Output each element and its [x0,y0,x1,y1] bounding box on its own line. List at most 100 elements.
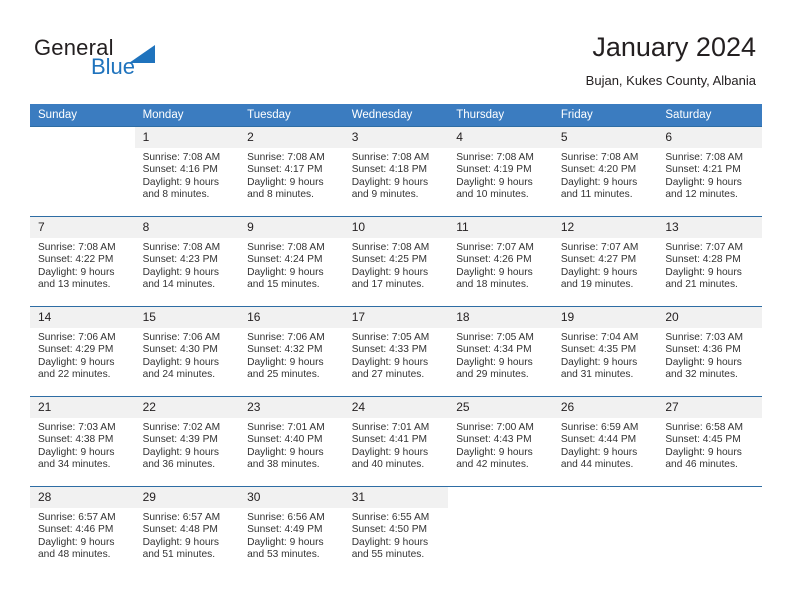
day-details: Sunrise: 7:08 AM Sunset: 4:20 PM Daylight:… [553,148,658,202]
calendar-day-cell[interactable]: 29 Sunrise: 6:57 AM Sunset: 4:48 PM Dayligh… [134,486,240,577]
daylight-text-line1: Daylight: 9 hours [351,176,429,188]
calendar-day-cell[interactable]: 13 Sunrise: 7:07 AM Sunset: 4:28 PM Dayligh… [657,216,762,307]
day-number: 2 [239,127,344,148]
sunrise-text: Sunrise: 7:08 AM [351,242,430,253]
daylight-text-line2: and 51 minutes. [142,549,216,561]
title-block: January 2024 Bujan, Kukes County, Albani… [586,30,756,89]
sunset-text: Sunset: 4:22 PM [38,254,114,266]
calendar-day-cell[interactable]: 15 Sunrise: 7:06 AM Sunset: 4:30 PM Dayligh… [134,306,240,397]
day-number: 10 [343,217,449,238]
daylight-text-line1: Daylight: 9 hours [38,356,115,368]
calendar-day-cell[interactable]: 26 Sunrise: 6:59 AM Sunset: 4:44 PM Dayligh… [552,396,658,487]
day-number [448,487,553,508]
day-number: 21 [30,397,135,418]
sunrise-text: Sunrise: 7:04 AM [560,332,639,343]
page-header: General Blue January 2024 Bujan, Kukes C… [0,0,792,100]
day-details: Sunrise: 6:57 AM Sunset: 4:46 PM Daylight:… [30,508,135,562]
day-details: Sunrise: 7:08 AM Sunset: 4:17 PM Daylight:… [239,148,344,202]
calendar-day-cell[interactable]: 17 Sunrise: 7:05 AM Sunset: 4:33 PM Dayligh… [343,306,449,397]
sunrise-text: Sunrise: 7:05 AM [456,332,534,343]
calendar-day-cell[interactable]: 7 Sunrise: 7:08 AM Sunset: 4:22 PM Daylight… [30,216,135,307]
day-number: 24 [343,397,449,418]
daylight-text-line1: Daylight: 9 hours [142,536,220,548]
day-details: Sunrise: 7:03 AM Sunset: 4:36 PM Daylight:… [657,328,762,382]
calendar-cell-empty [448,486,553,577]
day-number: 7 [30,217,135,238]
sunrise-text: Sunrise: 7:08 AM [142,242,221,253]
sunrise-text: Sunrise: 7:02 AM [142,422,221,433]
day-number: 31 [343,487,449,508]
sunrise-text: Sunrise: 6:56 AM [247,512,325,523]
calendar-day-cell[interactable]: 9 Sunrise: 7:08 AM Sunset: 4:24 PM Daylight… [239,216,344,307]
sunset-text: Sunset: 4:44 PM [560,434,637,446]
calendar-header-row: Sunday Monday Tuesday Wednesday Thursday… [30,104,762,127]
calendar-day-cell[interactable]: 12 Sunrise: 7:07 AM Sunset: 4:27 PM Dayligh… [552,216,658,307]
calendar-day-cell[interactable]: 22 Sunrise: 7:02 AM Sunset: 4:39 PM Dayligh… [134,396,240,487]
sunset-text: Sunset: 4:24 PM [247,254,323,266]
sunset-text: Sunset: 4:45 PM [665,434,741,446]
sunrise-text: Sunrise: 7:08 AM [38,242,116,253]
calendar-day-cell[interactable]: 30 Sunrise: 6:56 AM Sunset: 4:49 PM Dayligh… [239,486,344,577]
sunset-text: Sunset: 4:17 PM [247,164,323,176]
calendar-day-cell[interactable]: 3 Sunrise: 7:08 AM Sunset: 4:18 PM Daylight… [343,126,449,217]
sunrise-text: Sunrise: 7:03 AM [665,332,743,343]
day-details: Sunrise: 7:07 AM Sunset: 4:28 PM Daylight:… [657,238,762,292]
day-number: 17 [343,307,449,328]
daylight-text-line1: Daylight: 9 hours [142,176,220,188]
daylight-text-line1: Daylight: 9 hours [456,446,533,458]
daylight-text-line2: and 25 minutes. [247,369,320,381]
day-details: Sunrise: 7:04 AM Sunset: 4:35 PM Daylight:… [553,328,658,382]
daylight-text-line2: and 48 minutes. [38,549,111,561]
sunrise-text: Sunrise: 6:57 AM [142,512,221,523]
day-number: 30 [239,487,344,508]
calendar-cell-empty [657,486,762,577]
calendar-grid: Sunday Monday Tuesday Wednesday Thursday… [30,104,762,577]
day-details: Sunrise: 7:00 AM Sunset: 4:43 PM Daylight:… [448,418,553,472]
calendar-day-cell[interactable]: 4 Sunrise: 7:08 AM Sunset: 4:19 PM Daylight… [448,126,553,217]
page-title: January 2024 [592,32,756,62]
sunrise-text: Sunrise: 7:08 AM [142,152,221,163]
day-number: 29 [134,487,240,508]
day-number: 3 [343,127,449,148]
calendar-day-cell[interactable]: 21 Sunrise: 7:03 AM Sunset: 4:38 PM Dayligh… [30,396,135,487]
daylight-text-line1: Daylight: 9 hours [247,446,324,458]
calendar-day-cell[interactable]: 5 Sunrise: 7:08 AM Sunset: 4:20 PM Daylight… [552,126,658,217]
calendar-day-cell[interactable]: 11 Sunrise: 7:07 AM Sunset: 4:26 PM Dayligh… [448,216,553,307]
day-number [552,487,658,508]
calendar-day-cell[interactable]: 24 Sunrise: 7:01 AM Sunset: 4:41 PM Dayligh… [343,396,449,487]
calendar-day-cell[interactable]: 8 Sunrise: 7:08 AM Sunset: 4:23 PM Daylight… [134,216,240,307]
sunrise-text: Sunrise: 7:07 AM [560,242,639,253]
calendar-day-cell[interactable]: 25 Sunrise: 7:00 AM Sunset: 4:43 PM Dayligh… [448,396,553,487]
calendar-day-cell[interactable]: 20 Sunrise: 7:03 AM Sunset: 4:36 PM Dayligh… [657,306,762,397]
sunset-text: Sunset: 4:23 PM [142,254,218,266]
daylight-text-line1: Daylight: 9 hours [560,356,638,368]
sunrise-text: Sunrise: 7:05 AM [351,332,430,343]
calendar-day-cell[interactable]: 31 Sunrise: 6:55 AM Sunset: 4:50 PM Dayligh… [343,486,449,577]
calendar-day-cell[interactable]: 2 Sunrise: 7:08 AM Sunset: 4:17 PM Daylight… [239,126,344,217]
calendar-day-cell[interactable]: 16 Sunrise: 7:06 AM Sunset: 4:32 PM Dayligh… [239,306,344,397]
daylight-text-line2: and 9 minutes. [351,189,419,201]
day-number: 19 [552,307,658,328]
daylight-text-line1: Daylight: 9 hours [247,176,324,188]
sunrise-text: Sunrise: 7:08 AM [456,152,534,163]
calendar-day-cell[interactable]: 28 Sunrise: 6:57 AM Sunset: 4:46 PM Dayligh… [30,486,135,577]
calendar-day-cell[interactable]: 18 Sunrise: 7:05 AM Sunset: 4:34 PM Dayligh… [448,306,553,397]
calendar-day-cell[interactable]: 6 Sunrise: 7:08 AM Sunset: 4:21 PM Daylight… [657,126,762,217]
daylight-text-line1: Daylight: 9 hours [38,446,115,458]
day-number: 27 [657,397,762,418]
sunrise-text: Sunrise: 7:01 AM [247,422,325,433]
calendar-day-cell[interactable]: 14 Sunrise: 7:06 AM Sunset: 4:29 PM Dayligh… [30,306,135,397]
daylight-text-line2: and 27 minutes. [351,369,425,381]
calendar-day-cell[interactable]: 1 Sunrise: 7:08 AM Sunset: 4:16 PM Daylight… [134,126,240,217]
daylight-text-line1: Daylight: 9 hours [351,356,429,368]
daylight-text-line2: and 40 minutes. [351,459,425,471]
calendar-day-cell[interactable]: 10 Sunrise: 7:08 AM Sunset: 4:25 PM Dayligh… [343,216,449,307]
day-number: 9 [239,217,344,238]
calendar-day-cell[interactable]: 23 Sunrise: 7:01 AM Sunset: 4:40 PM Dayligh… [239,396,344,487]
daylight-text-line1: Daylight: 9 hours [665,356,742,368]
sunset-text: Sunset: 4:28 PM [665,254,741,266]
calendar-day-cell[interactable]: 27 Sunrise: 6:58 AM Sunset: 4:45 PM Dayligh… [657,396,762,487]
general-blue-logo[interactable]: General Blue [34,36,234,86]
sunrise-text: Sunrise: 7:08 AM [351,152,430,163]
calendar-day-cell[interactable]: 19 Sunrise: 7:04 AM Sunset: 4:35 PM Dayligh… [552,306,658,397]
